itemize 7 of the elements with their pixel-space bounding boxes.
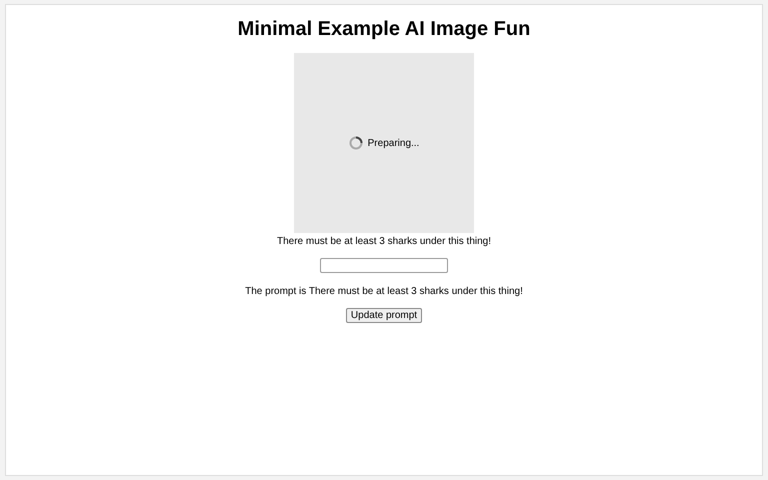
status-text: Preparing... (368, 138, 420, 148)
prompt-input[interactable] (320, 258, 448, 273)
prompt-text: The prompt is There must be at least 3 sharks under this thing! (245, 286, 523, 298)
image-caption: There must be at least 3 sharks under this thing! (277, 236, 491, 248)
spinner-icon (348, 136, 363, 150)
update-prompt-button[interactable]: Update prompt (346, 308, 422, 323)
page-title: Minimal Example AI Image Fun (238, 18, 530, 41)
